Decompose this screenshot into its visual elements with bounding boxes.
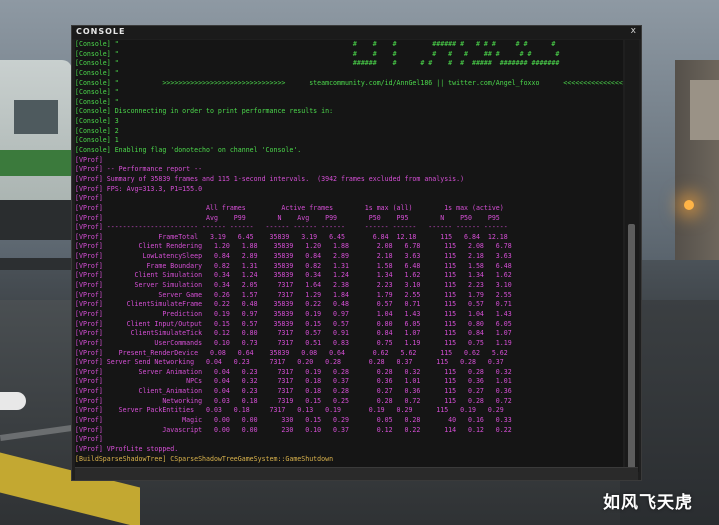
- console-input[interactable]: [77, 468, 633, 479]
- console-line: [VProf] Client Rendering 1.20 1.88 35839…: [75, 242, 512, 251]
- stacked-crates: [690, 80, 719, 140]
- console-line: [VProf] Prediction 0.19 0.97 35839 0.19 …: [75, 309, 512, 318]
- console-line: [VProf] Server Simulation 0.34 2.05 7317…: [75, 281, 512, 290]
- console-title: CONSOLE: [76, 27, 126, 36]
- rails: [0, 258, 72, 270]
- console-line: [VProf] Networking 0.03 0.18 7319 0.15 0…: [75, 396, 512, 405]
- console-line: [Console] 3: [75, 117, 119, 126]
- console-line: [Console] 1: [75, 136, 119, 145]
- console-line: [VProf] Summary of 35839 frames and 115 …: [75, 174, 465, 183]
- console-line: [VProf] ----------------------- ------ -…: [75, 223, 508, 232]
- console-line: [VProf] LowLatencySleep 0.84 2.89 35839 …: [75, 252, 512, 261]
- scrollbar-thumb[interactable]: [628, 224, 635, 470]
- console-line: [VProf] All frames Active frames 1s max …: [75, 203, 504, 212]
- console-line: [Console] " ###### # # # # # ##### #####…: [75, 59, 560, 68]
- console-line: [Console] " # # # # # # ## # # # #: [75, 49, 560, 58]
- console-line: [VProf] Magic 0.00 0.00 330 0.15 0.29 0.…: [75, 415, 512, 424]
- console-line: [Console] " >>>>>>>>>>>>>>>>>>>>>>>>>>>>…: [75, 78, 623, 87]
- close-icon[interactable]: x: [631, 26, 636, 36]
- console-line: [VProf] VProfLite stopped.: [75, 444, 179, 453]
- console-line: [VProf] UserCommands 0.10 0.73 7317 0.51…: [75, 338, 512, 347]
- console-line: [Console] Disconnecting in order to prin…: [75, 107, 334, 116]
- console-line: [Console] ": [75, 88, 119, 97]
- console-line: [Console] ": [75, 97, 119, 106]
- train: [0, 60, 72, 210]
- console-line: [VProf] Client Simulation 0.34 1.24 3583…: [75, 271, 512, 280]
- console-line: [VProf] Server PackEntities 0.03 0.18 73…: [75, 406, 504, 415]
- console-line: [VProf] Present_RenderDevice 0.08 0.64 3…: [75, 348, 508, 357]
- road-marking: [0, 392, 26, 410]
- console-output: [Console] " # # # ###### # # # # # # # [C…: [75, 40, 623, 480]
- console-line: [VProf] Avg P99 N Avg P99 P50 P95 N P50 …: [75, 213, 500, 222]
- train-stripe: [0, 150, 72, 176]
- console-input-bar: [75, 467, 638, 480]
- console-window: CONSOLE x [Console] " # # # ###### # # #…: [71, 25, 642, 481]
- console-line: [BuildSparseShadowTree] CSparseShadowTre…: [75, 454, 334, 463]
- console-line: [VProf] ClientSimulateTick 0.12 0.80 731…: [75, 329, 512, 338]
- console-line: [VProf] FPS: Avg=313.3, P1=155.0: [75, 184, 203, 193]
- console-line: [Console] ": [75, 68, 119, 77]
- console-line: [VProf]: [75, 155, 103, 164]
- console-line: [Console] Enabling flag 'donotecho' on c…: [75, 146, 302, 155]
- console-line: [VProf] -- Performance report --: [75, 165, 203, 174]
- console-line: [VProf]: [75, 194, 103, 203]
- console-line: [Console] 2: [75, 126, 119, 135]
- console-line: [VProf] Server Animation 0.04 0.23 7317 …: [75, 367, 512, 376]
- lamp-light: [684, 200, 694, 210]
- console-line: [Console] " # # # ###### # # # # # # #: [75, 40, 556, 48]
- console-line: [VProf] Server Game 0.26 1.57 7317 1.29 …: [75, 290, 512, 299]
- console-line: [VProf] ClientSimulateFrame 0.22 0.48 35…: [75, 300, 512, 309]
- watermark: 如风飞天虎: [603, 493, 693, 513]
- console-line: [VProf] Frame Boundary 0.82 1.31 35839 0…: [75, 261, 512, 270]
- console-line: [VProf] Server Send Networking 0.04 0.23…: [75, 358, 504, 367]
- console-line: [VProf] FrameTotal 3.19 6.45 35839 3.19 …: [75, 232, 508, 241]
- console-scrollbar[interactable]: [625, 40, 639, 472]
- train-window: [14, 100, 58, 134]
- console-line: [VProf] Javascript 0.00 0.00 230 0.10 0.…: [75, 425, 512, 434]
- console-titlebar[interactable]: CONSOLE x: [72, 26, 641, 39]
- console-line: [VProf] NPCs 0.04 0.32 7317 0.18 0.37 0.…: [75, 377, 512, 386]
- console-line: [VProf]: [75, 435, 103, 444]
- train-wheels: [0, 200, 72, 240]
- console-line: [VProf] Client_Animation 0.04 0.23 7317 …: [75, 387, 512, 396]
- console-line: [VProf] Client Input/Output 0.15 0.57 35…: [75, 319, 512, 328]
